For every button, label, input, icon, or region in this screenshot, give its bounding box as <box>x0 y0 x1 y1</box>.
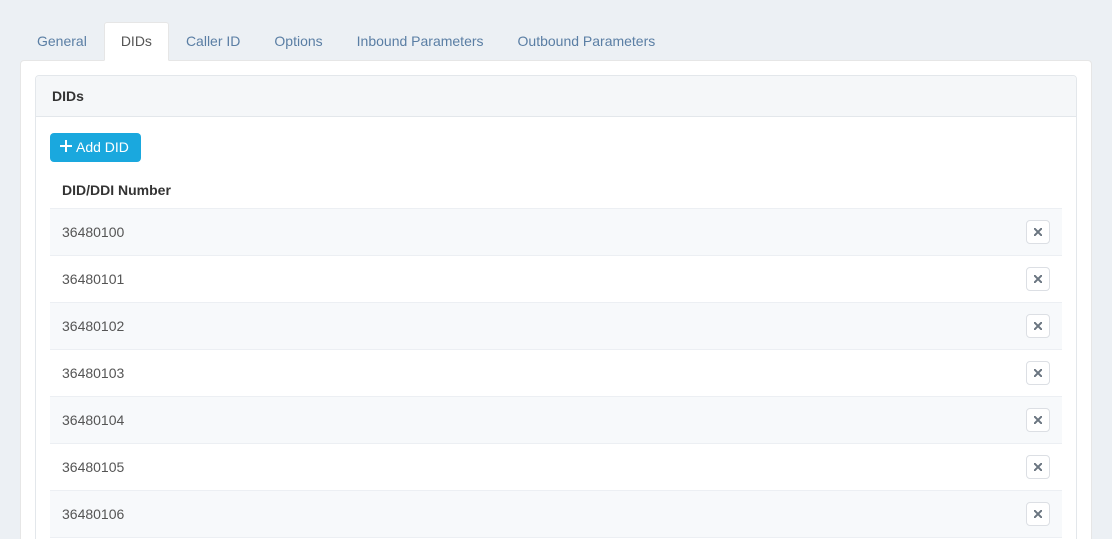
card-title: DIDs <box>36 76 1076 117</box>
add-did-button[interactable]: Add DID <box>50 133 141 162</box>
row-actions <box>1014 209 1062 256</box>
close-icon <box>1034 275 1042 283</box>
delete-button[interactable] <box>1026 220 1050 244</box>
delete-button[interactable] <box>1026 455 1050 479</box>
table-row: 36480102 <box>50 303 1062 350</box>
table-row: 36480101 <box>50 256 1062 303</box>
row-actions <box>1014 397 1062 444</box>
did-number-cell: 36480106 <box>50 491 1014 538</box>
delete-button[interactable] <box>1026 502 1050 526</box>
row-actions <box>1014 350 1062 397</box>
delete-button[interactable] <box>1026 361 1050 385</box>
table-row: 36480106 <box>50 491 1062 538</box>
content-panel: DIDs Add DID DID/DDI Number <box>20 60 1092 539</box>
did-number-cell: 36480105 <box>50 444 1014 491</box>
did-number-cell: 36480104 <box>50 397 1014 444</box>
dids-table: DID/DDI Number 3648010036480101364801023… <box>50 172 1062 539</box>
tab-dids[interactable]: DIDs <box>104 22 169 61</box>
tab-inbound-parameters[interactable]: Inbound Parameters <box>340 22 501 60</box>
tabs-nav: GeneralDIDsCaller IDOptionsInbound Param… <box>20 22 1092 60</box>
tab-general[interactable]: General <box>20 22 104 60</box>
table-row: 36480104 <box>50 397 1062 444</box>
tab-caller-id[interactable]: Caller ID <box>169 22 257 60</box>
close-icon <box>1034 369 1042 377</box>
add-did-label: Add DID <box>76 139 129 155</box>
did-number-cell: 36480101 <box>50 256 1014 303</box>
row-actions <box>1014 256 1062 303</box>
tab-options[interactable]: Options <box>257 22 339 60</box>
table-row: 36480103 <box>50 350 1062 397</box>
delete-button[interactable] <box>1026 314 1050 338</box>
table-row: 36480105 <box>50 444 1062 491</box>
plus-icon <box>60 139 72 155</box>
column-header-number: DID/DDI Number <box>50 172 1014 209</box>
did-number-cell: 36480103 <box>50 350 1014 397</box>
row-actions <box>1014 444 1062 491</box>
close-icon <box>1034 463 1042 471</box>
delete-button[interactable] <box>1026 267 1050 291</box>
did-number-cell: 36480102 <box>50 303 1014 350</box>
delete-button[interactable] <box>1026 408 1050 432</box>
table-row: 36480100 <box>50 209 1062 256</box>
did-number-cell: 36480100 <box>50 209 1014 256</box>
close-icon <box>1034 228 1042 236</box>
close-icon <box>1034 510 1042 518</box>
column-header-actions <box>1014 172 1062 209</box>
tab-outbound-parameters[interactable]: Outbound Parameters <box>501 22 673 60</box>
dids-card: DIDs Add DID DID/DDI Number <box>35 75 1077 539</box>
close-icon <box>1034 322 1042 330</box>
close-icon <box>1034 416 1042 424</box>
row-actions <box>1014 303 1062 350</box>
row-actions <box>1014 491 1062 538</box>
